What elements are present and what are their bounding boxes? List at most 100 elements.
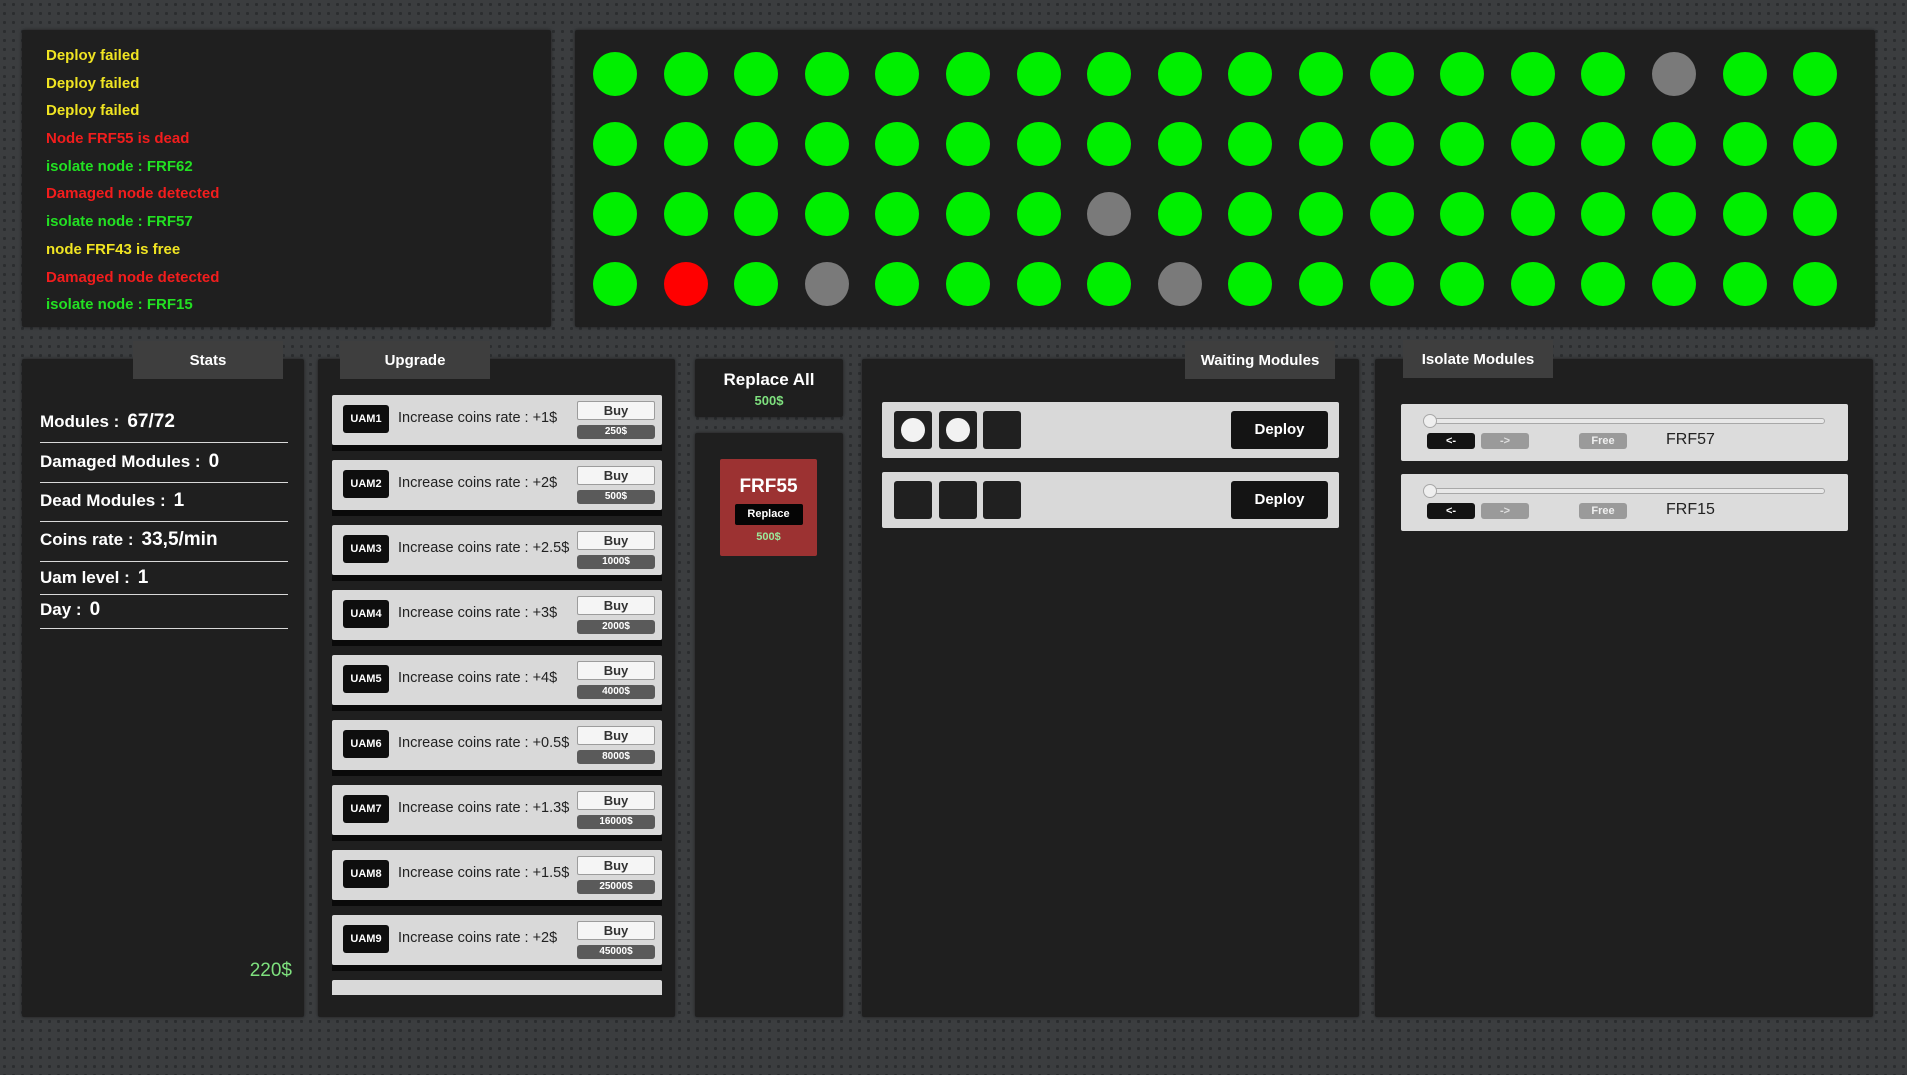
node-ok[interactable] (1581, 192, 1626, 236)
node-ok[interactable] (1722, 52, 1767, 96)
position-slider[interactable] (1423, 414, 1825, 428)
node-ok[interactable] (946, 192, 990, 236)
node-ok[interactable] (946, 262, 990, 306)
deploy-button[interactable]: Deploy (1231, 411, 1328, 449)
buy-button[interactable]: Buy (577, 921, 655, 940)
buy-button[interactable]: Buy (577, 466, 655, 485)
node-ok[interactable] (1016, 262, 1061, 306)
move-left-button[interactable]: <- (1427, 433, 1475, 449)
node-ok[interactable] (734, 192, 779, 236)
node-ok[interactable] (593, 52, 637, 96)
node-ok[interactable] (1793, 192, 1838, 236)
node-ok[interactable] (1722, 122, 1767, 166)
position-slider[interactable] (1423, 484, 1825, 498)
node-ok[interactable] (1299, 52, 1343, 96)
node-ok[interactable] (875, 52, 920, 96)
tab-isolate-modules[interactable]: Isolate Modules (1403, 340, 1553, 378)
node-ok[interactable] (1087, 52, 1132, 96)
node-ok[interactable] (1087, 122, 1132, 166)
node-ok[interactable] (946, 52, 990, 96)
node-ok[interactable] (1722, 262, 1767, 306)
buy-button[interactable]: Buy (577, 596, 655, 615)
move-right-button[interactable]: -> (1481, 503, 1529, 519)
node-isolated[interactable] (804, 262, 849, 306)
node-ok[interactable] (1299, 122, 1343, 166)
tab-waiting-modules[interactable]: Waiting Modules (1185, 341, 1335, 379)
slider-thumb[interactable] (1423, 414, 1437, 428)
node-ok[interactable] (1793, 262, 1838, 306)
buy-button[interactable]: Buy (577, 856, 655, 875)
free-button[interactable]: Free (1579, 503, 1627, 519)
node-ok[interactable] (593, 122, 637, 166)
node-ok[interactable] (1440, 122, 1485, 166)
node-ok[interactable] (1581, 262, 1626, 306)
node-ok[interactable] (1157, 192, 1202, 236)
node-ok[interactable] (663, 192, 708, 236)
node-ok[interactable] (1157, 52, 1202, 96)
tab-upgrade[interactable]: Upgrade (340, 341, 490, 379)
node-ok[interactable] (1369, 52, 1414, 96)
node-ok[interactable] (1793, 52, 1838, 96)
node-ok[interactable] (1581, 122, 1626, 166)
node-ok[interactable] (734, 122, 779, 166)
move-right-button[interactable]: -> (1481, 433, 1529, 449)
node-isolated[interactable] (1652, 52, 1696, 96)
slider-thumb[interactable] (1423, 484, 1437, 498)
node-ok[interactable] (1440, 192, 1485, 236)
replace-button[interactable]: Replace (734, 504, 803, 525)
node-ok[interactable] (1369, 192, 1414, 236)
node-ok[interactable] (1510, 262, 1555, 306)
move-left-button[interactable]: <- (1427, 503, 1475, 519)
node-ok[interactable] (1228, 262, 1273, 306)
node-ok[interactable] (1440, 262, 1485, 306)
node-ok[interactable] (1652, 192, 1696, 236)
node-ok[interactable] (1793, 122, 1838, 166)
node-ok[interactable] (1016, 52, 1061, 96)
buy-button[interactable]: Buy (577, 791, 655, 810)
node-ok[interactable] (875, 192, 920, 236)
node-ok[interactable] (1581, 52, 1626, 96)
node-ok[interactable] (1440, 52, 1485, 96)
node-ok[interactable] (1652, 262, 1696, 306)
upgrade-list[interactable]: UAM1 Increase coins rate : +1$ Buy 250$ UAM2… (332, 395, 662, 995)
buy-button[interactable]: Buy (577, 401, 655, 420)
node-ok[interactable] (1510, 192, 1555, 236)
node-ok[interactable] (1087, 262, 1132, 306)
node-ok[interactable] (1652, 122, 1696, 166)
node-ok[interactable] (804, 122, 849, 166)
node-ok[interactable] (734, 52, 779, 96)
tab-stats[interactable]: Stats (133, 341, 283, 379)
node-ok[interactable] (593, 262, 637, 306)
node-ok[interactable] (875, 122, 920, 166)
node-isolated[interactable] (1087, 192, 1132, 236)
node-ok[interactable] (734, 262, 779, 306)
node-ok[interactable] (1369, 122, 1414, 166)
replace-all-button[interactable]: Replace All 500$ (695, 359, 843, 417)
node-ok[interactable] (1722, 192, 1767, 236)
node-ok[interactable] (663, 52, 708, 96)
buy-button[interactable]: Buy (577, 531, 655, 550)
node-dead[interactable] (663, 262, 708, 306)
buy-button[interactable]: Buy (577, 726, 655, 745)
node-ok[interactable] (946, 122, 990, 166)
node-isolated[interactable] (1157, 262, 1202, 306)
free-button[interactable]: Free (1579, 433, 1627, 449)
node-ok[interactable] (1157, 122, 1202, 166)
node-ok[interactable] (1228, 122, 1273, 166)
node-ok[interactable] (804, 52, 849, 96)
node-ok[interactable] (1228, 52, 1273, 96)
node-ok[interactable] (1510, 52, 1555, 96)
node-ok[interactable] (1016, 192, 1061, 236)
node-ok[interactable] (1369, 262, 1414, 306)
node-ok[interactable] (1299, 192, 1343, 236)
node-ok[interactable] (1016, 122, 1061, 166)
node-ok[interactable] (1299, 262, 1343, 306)
node-ok[interactable] (663, 122, 708, 166)
node-ok[interactable] (593, 192, 637, 236)
node-ok[interactable] (804, 192, 849, 236)
node-ok[interactable] (1510, 122, 1555, 166)
node-ok[interactable] (875, 262, 920, 306)
node-ok[interactable] (1228, 192, 1273, 236)
deploy-button[interactable]: Deploy (1231, 481, 1328, 519)
buy-button[interactable]: Buy (577, 661, 655, 680)
